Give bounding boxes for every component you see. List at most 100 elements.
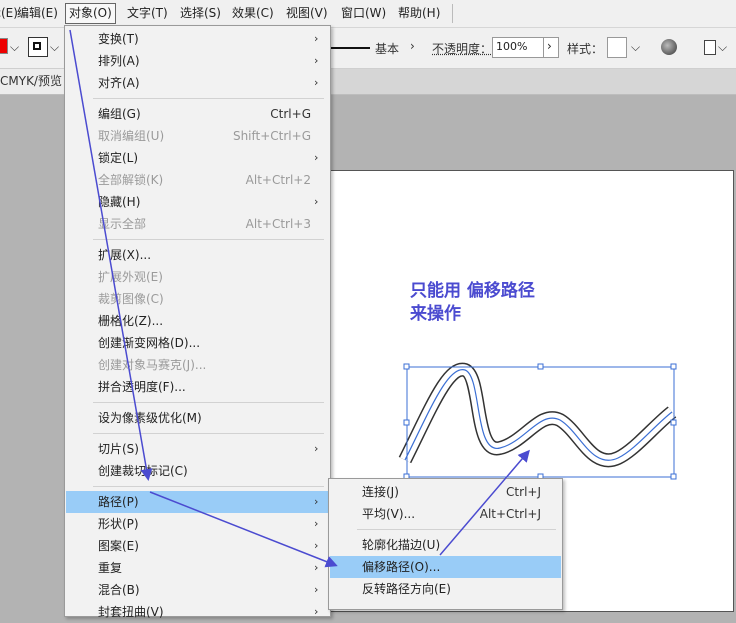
menu-item-label: 路径(P) [98,495,139,509]
style-label: 样式： [567,42,604,56]
menu-item-shortcut: Alt+Ctrl+2 [245,173,311,187]
opacity-label[interactable]: 不透明度： [432,40,492,57]
menu-item-25[interactable]: 形状(P) › [66,513,329,535]
fill-swatch[interactable] [0,38,8,54]
menu-item-27[interactable]: 重复 › [66,557,329,579]
menu-separator [93,486,324,487]
menu-item-26[interactable]: 图案(E) › [66,535,329,557]
menu-item-3[interactable]: 轮廓化描边(U) [330,534,561,556]
chevron-right-icon[interactable]: › [410,39,415,53]
menubar-item-7[interactable]: 窗口(W) [338,4,389,23]
menu-item-11[interactable]: 扩展(X)... [66,244,329,266]
menu-item-8[interactable]: 隐藏(H) › [66,191,329,213]
menu-item-15[interactable]: 创建渐变网格(D)... [66,332,329,354]
menu-item-21[interactable]: 切片(S) › [66,438,329,460]
chevron-right-icon: › [314,151,319,164]
chevron-down-icon[interactable]: ⌵ [631,40,640,55]
menu-item-label: 连接(J) [362,485,399,499]
chevron-right-icon: › [314,442,319,455]
style-swatch[interactable] [607,37,627,58]
recolor-artwork-icon[interactable] [661,39,677,55]
menu-item-29[interactable]: 封套扭曲(V) › [66,601,329,623]
menu-item-1[interactable]: 排列(A) › [66,50,329,72]
chevron-right-icon: › [314,76,319,89]
menu-separator [93,239,324,240]
opacity-input[interactable]: 100% [492,37,544,58]
menu-item-label: 隐藏(H) [98,195,141,209]
menubar-item-2[interactable]: 对象(O) [65,3,116,24]
menubar-item-8[interactable]: 帮助(H) [395,4,443,23]
chevron-right-icon: › [314,583,319,596]
menu-item-1[interactable]: 平均(V)... Alt+Ctrl+J [330,503,561,525]
chevron-down-icon[interactable]: ⌵ [10,40,19,55]
menu-item-label: 偏移路径(O)... [362,560,441,574]
menu-item-label: 重复 [98,561,123,575]
document-tab-label: CMYK/预览 [0,74,62,88]
document-tab[interactable]: CMYK/预览 [0,69,72,94]
menubar-item-5[interactable]: 效果(C) [229,4,277,23]
menu-item-label: 创建渐变网格(D)... [98,336,201,350]
menu-item-label: 反转路径方向(E) [362,582,451,596]
menu-item-22[interactable]: 创建裁切标记(C) [66,460,329,482]
menu-item-17[interactable]: 拼合透明度(F)... [66,376,329,398]
menu-item-label: 排列(A) [98,54,140,68]
menu-item-label: 平均(V)... [362,507,416,521]
chevron-right-icon: › [314,539,319,552]
menu-separator [93,433,324,434]
opacity-dropdown-button[interactable]: › [543,37,559,58]
object-menu-dropdown: 变换(T) › 排列(A) › 对齐(A) › 编组(G) Ctrl+G 取消编组(U) Shif… [64,25,331,619]
menu-item-7: 全部解锁(K) Alt+Ctrl+2 [66,169,329,191]
menu-item-4[interactable]: 编组(G) Ctrl+G [66,103,329,125]
menu-item-shortcut: Ctrl+J [506,485,541,499]
menu-item-label: 编组(G) [98,107,141,121]
menu-item-label: 扩展(X)... [98,248,152,262]
menu-item-label: 切片(S) [98,442,139,456]
menu-item-label: 创建对象马赛克(J)... [98,358,207,372]
menu-item-label: 对齐(A) [98,76,140,90]
menu-item-19[interactable]: 设为像素级优化(M) [66,407,329,429]
annotation-line-2: 来操作 [410,304,461,324]
menu-item-24[interactable]: 路径(P) › [66,491,329,513]
menu-item-2[interactable]: 对齐(A) › [66,72,329,94]
menu-item-28[interactable]: 混合(B) › [66,579,329,601]
menu-item-5[interactable]: 反转路径方向(E) [330,578,561,600]
menu-item-shortcut: Shift+Ctrl+G [232,129,311,143]
menu-item-0[interactable]: 变换(T) › [66,28,329,50]
stroke-swatch[interactable] [28,37,48,57]
menu-item-0[interactable]: 连接(J) Ctrl+J [330,481,561,503]
chevron-right-icon: › [314,561,319,574]
menubar-item-1[interactable]: 编辑(E) [14,4,61,23]
menu-item-label: 锁定(L) [98,151,139,165]
menu-item-13: 裁剪图像(C) [66,288,329,310]
chevron-down-icon[interactable]: ⌵ [718,40,727,55]
menu-item-label: 形状(P) [98,517,139,531]
menubar-item-4[interactable]: 选择(S) [177,4,224,23]
menu-item-4[interactable]: 偏移路径(O)... [330,556,561,578]
menubar-item-3[interactable]: 文字(T) [124,4,171,23]
menu-item-6[interactable]: 锁定(L) › [66,147,329,169]
menu-item-5: 取消编组(U) Shift+Ctrl+G [66,125,329,147]
menu-item-shortcut: Alt+Ctrl+3 [245,217,311,231]
chevron-down-icon[interactable]: ⌵ [50,40,59,55]
stroke-profile-line[interactable] [328,47,370,49]
path-submenu: 连接(J) Ctrl+J 平均(V)... Alt+Ctrl+J 轮廓化描边(U) 偏移路… [328,478,563,610]
menu-item-9: 显示全部 Alt+Ctrl+3 [66,213,329,235]
document-setup-icon[interactable] [704,40,716,55]
menu-item-shortcut: Alt+Ctrl+J [479,507,541,521]
menu-item-label: 取消编组(U) [98,129,165,143]
menu-item-label: 封套扭曲(V) [98,605,164,619]
menu-item-label: 全部解锁(K) [98,173,164,187]
chevron-right-icon: › [314,32,319,45]
menu-item-12: 扩展外观(E) [66,266,329,288]
menu-item-14[interactable]: 栅格化(Z)... [66,310,329,332]
menu-separator [357,529,556,530]
menu-bar-separator [452,4,453,23]
chevron-right-icon: › [314,517,319,530]
menu-bar: 辑(E)编辑(E)对象(O)文字(T)选择(S)效果(C)视图(V)窗口(W)帮… [0,0,736,28]
menu-separator [93,98,324,99]
menu-item-label: 拼合透明度(F)... [98,380,186,394]
menu-item-label: 显示全部 [98,217,147,231]
menu-item-shortcut: Ctrl+G [270,107,311,121]
menu-item-16: 创建对象马赛克(J)... [66,354,329,376]
menubar-item-6[interactable]: 视图(V) [283,4,331,23]
